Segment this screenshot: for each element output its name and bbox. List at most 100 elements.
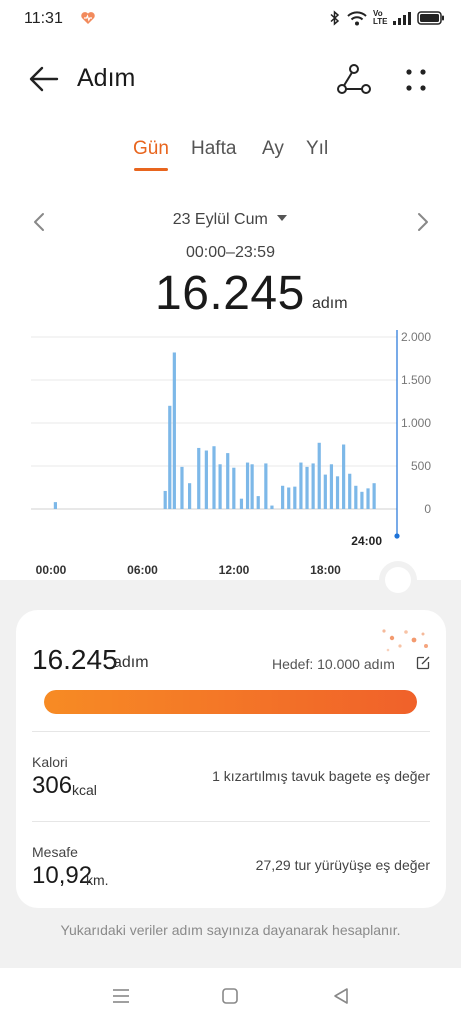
bar [212, 446, 216, 509]
bar [287, 487, 291, 509]
back-arrow-icon[interactable] [26, 62, 60, 96]
bar [305, 466, 309, 509]
home-square-icon[interactable] [218, 984, 242, 1008]
divider [32, 731, 430, 732]
cursor-time-label: 24:00 [351, 534, 382, 548]
wifi-icon [347, 11, 367, 26]
bar [218, 464, 222, 509]
total-steps: 16.245 [155, 267, 305, 320]
bar [270, 505, 274, 509]
chart-cursor[interactable]: 24:00 [351, 330, 400, 548]
chevron-right-icon[interactable] [412, 209, 434, 235]
y-tick-label: 1.000 [401, 416, 431, 430]
bar [264, 463, 268, 509]
footnote: Yukarıdaki veriler adım sayınıza dayanar… [60, 922, 401, 938]
bar [232, 467, 236, 509]
signal-icon [393, 12, 411, 25]
distance-unit: km. [86, 872, 109, 888]
distance-equivalent: 27,29 tur yürüyüşe eş değer [255, 857, 430, 873]
x-axis-ticks: 00:00 06:00 12:00 18:00 [36, 563, 342, 577]
more-dots-icon[interactable] [398, 62, 434, 98]
y-tick-label: 1.500 [401, 373, 431, 387]
bar [53, 502, 57, 509]
bar [226, 453, 230, 509]
app-bar: Adım [0, 50, 461, 106]
cursor-dot[interactable] [394, 533, 400, 539]
bar [204, 450, 208, 509]
steps-bar-chart[interactable]: 2.000 1.500 1.000 500 0 00:00 06:00 12:00 18:00… [0, 320, 461, 582]
x-tick-label: 18:00 [310, 563, 341, 577]
calories-value: 306 [32, 772, 73, 799]
date-text: 23 Eylül Cum [172, 211, 268, 228]
bar [299, 462, 303, 509]
battery-icon [417, 11, 444, 25]
bar [311, 463, 315, 509]
x-tick-label: 06:00 [127, 563, 158, 577]
y-tick-label: 0 [424, 502, 431, 516]
back-triangle-icon[interactable] [329, 984, 353, 1008]
total-steps-unit: adım [312, 295, 348, 312]
x-tick-label: 00:00 [36, 563, 67, 577]
bar [239, 498, 244, 509]
sheet-handle [385, 567, 411, 593]
card-steps-value: 16.245 [32, 644, 118, 675]
active-tab-indicator [134, 168, 168, 171]
distance-value: 10,92 [32, 862, 93, 889]
volte-icon: Vo LTE [373, 9, 388, 26]
bar [366, 488, 370, 509]
y-axis-ticks: 2.000 1.500 1.000 500 0 [401, 330, 431, 516]
bar [329, 464, 334, 509]
tab-month[interactable]: Ay [262, 138, 284, 160]
bar [250, 464, 254, 509]
bar [342, 444, 346, 509]
calories-unit: kcal [72, 782, 97, 798]
edit-goal-icon[interactable] [415, 655, 431, 671]
bar [348, 473, 352, 509]
status-time: 11:31 [24, 10, 63, 27]
bar [180, 466, 184, 509]
bar [372, 483, 376, 509]
bar [197, 447, 201, 509]
date-navigator: 23 Eylül Cum [0, 205, 461, 239]
share-icon[interactable] [336, 62, 372, 98]
status-bar: 11:31 Vo LTE [0, 0, 461, 40]
bar [245, 462, 250, 509]
caret-down-icon [277, 215, 288, 221]
page-title: Adım [77, 64, 136, 92]
bar [168, 405, 172, 509]
recents-menu-icon[interactable] [109, 984, 133, 1008]
bar [317, 442, 321, 509]
distance-label: Mesafe [32, 844, 78, 860]
time-range: 00:00–23:59 [186, 244, 275, 261]
x-tick-label: 12:00 [219, 563, 250, 577]
period-tabs: Gün Hafta Ay Yıl [0, 136, 461, 176]
bar [335, 476, 340, 509]
bar [281, 485, 285, 509]
calories-equivalent: 1 kızartılmış tavuk bagete eş değer [212, 768, 430, 784]
bar [360, 491, 364, 509]
tab-day[interactable]: Gün [133, 138, 169, 160]
date-picker[interactable]: 23 Eylül Cum [0, 211, 461, 229]
system-nav-bar [0, 968, 461, 1024]
chart-bars [53, 352, 376, 509]
bar [354, 485, 358, 509]
bar [256, 496, 260, 509]
bar [293, 486, 297, 509]
y-tick-label: 500 [411, 459, 431, 473]
goal-text[interactable]: Hedef: 10.000 adım [272, 656, 395, 672]
bar [163, 490, 167, 509]
status-icons: Vo LTE [329, 10, 445, 26]
confetti-icon [382, 629, 428, 652]
bar [323, 474, 327, 509]
heart-icon [81, 12, 95, 24]
goal-progress-bar [44, 690, 417, 714]
bluetooth-icon [330, 10, 340, 26]
tab-week[interactable]: Hafta [191, 138, 236, 160]
tab-year[interactable]: Yıl [306, 138, 328, 160]
bar [188, 483, 192, 509]
y-tick-label: 2.000 [401, 330, 431, 344]
bar [172, 352, 176, 509]
calories-label: Kalori [32, 754, 68, 770]
goal-progress-fill [44, 690, 417, 714]
divider [32, 821, 430, 822]
